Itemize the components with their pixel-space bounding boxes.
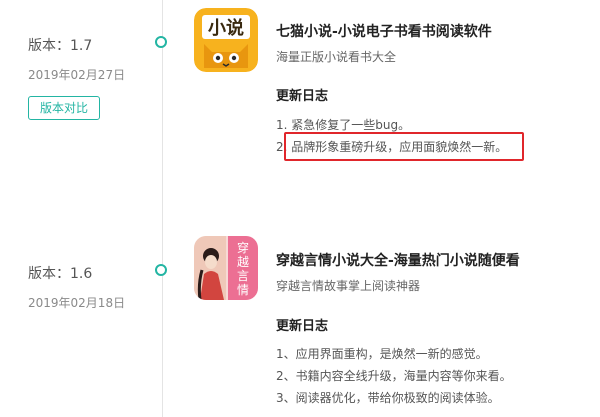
version-compare-button[interactable]: 版本对比: [28, 96, 100, 120]
version-label: 版本：1.7: [28, 38, 93, 54]
app-title[interactable]: 七猫小说-小说电子书看书阅读软件: [276, 21, 492, 41]
timeline-node: [155, 264, 167, 276]
changelog-item: 1. 紧急修复了一些bug。: [276, 118, 411, 132]
app-subtitle: 穿越言情故事掌上阅读神器: [276, 279, 421, 293]
qimao-app-icon[interactable]: 小说: [194, 8, 258, 72]
changelog-item: 3、阅读器优化，带给你极致的阅读体验。: [276, 391, 500, 405]
app-subtitle: 海量正版小说看书大全: [276, 50, 397, 64]
changelog-heading: 更新日志: [276, 319, 329, 334]
svg-text:穿: 穿: [237, 240, 249, 255]
chuanyue-app-icon[interactable]: 穿 越 言 情: [194, 236, 258, 300]
svg-text:情: 情: [237, 283, 249, 297]
release-date: 2019年02月27日: [28, 68, 126, 82]
highlight-annotation-box: [284, 132, 524, 161]
release-date: 2019年02月18日: [28, 296, 126, 310]
changelog-item: 2、书籍内容全线升级，海量内容等你来看。: [276, 369, 512, 383]
svg-text:小说: 小说: [208, 17, 244, 39]
changelog-item: 1、应用界面重构，是焕然一新的感觉。: [276, 347, 488, 361]
changelog-heading: 更新日志: [276, 89, 329, 104]
version-label: 版本：1.6: [28, 266, 93, 282]
svg-text:言: 言: [237, 269, 249, 283]
app-title[interactable]: 穿越言情小说大全-海量热门小说随便看: [276, 250, 520, 270]
svg-text:越: 越: [237, 255, 249, 269]
timeline-node: [155, 36, 167, 48]
timeline-line: [162, 0, 163, 417]
